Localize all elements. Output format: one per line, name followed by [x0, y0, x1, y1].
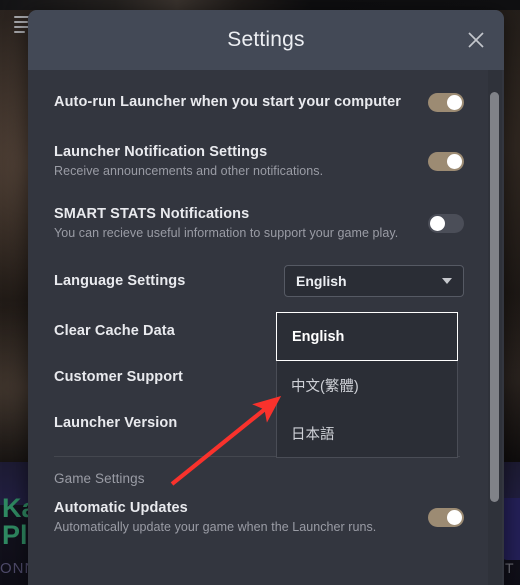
toggle-smart-stats[interactable]: [428, 213, 464, 233]
language-dropdown-list[interactable]: English 中文(繁體) 日本語: [276, 312, 458, 458]
settings-list: Auto-run Launcher when you start your co…: [28, 70, 486, 546]
setting-row-texts: Language Settings: [54, 273, 185, 289]
setting-title: Language Settings: [54, 273, 186, 289]
scrollbar-track[interactable]: [488, 70, 502, 585]
settings-modal: Settings Auto-run Launcher when you star…: [28, 10, 504, 585]
setting-title: Automatic Updates: [54, 500, 188, 516]
setting-title: Customer Support: [54, 369, 183, 385]
toggle-launcher-notification[interactable]: [428, 151, 464, 171]
setting-row-language[interactable]: Language Settings English: [28, 254, 486, 308]
setting-row-texts: Auto-run Launcher when you start your co…: [54, 94, 401, 110]
setting-title: SMART STATS Notifications: [54, 206, 250, 222]
language-select-value: English: [296, 273, 347, 289]
setting-row-texts: SMART STATS Notifications You can reciev…: [54, 206, 398, 240]
setting-row-texts: Automatic Updates Automatically update y…: [54, 500, 376, 534]
toggle-knob: [447, 153, 462, 169]
toggle-auto-run[interactable]: [428, 92, 464, 112]
setting-row-smart-stats[interactable]: SMART STATS Notifications You can reciev…: [28, 192, 486, 254]
scrollbar-thumb[interactable]: [490, 92, 499, 502]
background-right-glyph: T: [505, 560, 514, 576]
chevron-down-icon: [442, 278, 452, 284]
page-title: Settings: [227, 28, 305, 51]
setting-description: Receive announcements and other notifica…: [54, 164, 324, 178]
setting-title: Launcher Version: [54, 415, 178, 431]
language-option-english[interactable]: English: [276, 312, 458, 361]
setting-row-texts: Clear Cache Data: [54, 323, 175, 339]
toggle-knob: [430, 215, 445, 231]
setting-description: You can recieve useful information to su…: [54, 226, 399, 240]
setting-row-texts: Customer Support: [54, 369, 183, 385]
setting-row-automatic-updates[interactable]: Automatic Updates Automatically update y…: [28, 488, 486, 546]
close-icon[interactable]: [462, 26, 490, 54]
setting-title: Auto-run Launcher when you start your co…: [54, 94, 401, 110]
toggle-knob: [447, 94, 462, 110]
toggle-automatic-updates[interactable]: [428, 507, 464, 527]
setting-description: Automatically update your game when the …: [54, 520, 377, 534]
screen: Kak Play ONN T Settings: [0, 0, 520, 585]
toggle-knob: [447, 509, 462, 525]
setting-title: Launcher Notification Settings: [54, 144, 268, 160]
modal-header: Settings: [28, 10, 504, 70]
setting-title: Clear Cache Data: [54, 323, 175, 339]
setting-row-texts: Launcher Version: [54, 415, 177, 431]
language-select-button[interactable]: English: [284, 265, 464, 297]
setting-row-launcher-notification[interactable]: Launcher Notification Settings Receive a…: [28, 130, 486, 192]
language-option-chinese-traditional[interactable]: 中文(繁體): [277, 361, 457, 409]
setting-row-auto-run[interactable]: Auto-run Launcher when you start your co…: [28, 70, 486, 130]
language-option-japanese[interactable]: 日本語: [277, 409, 457, 457]
setting-row-texts: Launcher Notification Settings Receive a…: [54, 144, 323, 178]
section-label-game-settings: Game Settings: [54, 471, 145, 486]
